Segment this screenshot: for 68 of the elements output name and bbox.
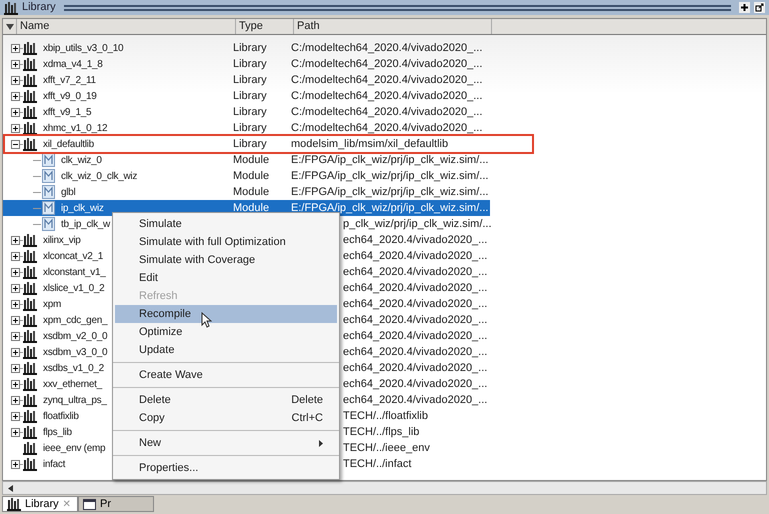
library-name: xpm_cdc_gen_ [43,314,108,328]
panel-title: Library [22,0,56,16]
library-name: xpm [43,298,61,312]
path-cell-text: ech64_2020.4/vivado2020_... [343,248,488,264]
library-name: xfft_v9_0_19 [43,90,96,104]
library-name: clk_wiz_0_clk_wiz [61,170,138,184]
path-cell-text: ech64_2020.4/vivado2020_... [343,296,488,312]
library-name: ip_clk_wiz [61,202,104,216]
library-name: xbip_utils_v3_0_10 [43,42,124,56]
path-cell-text: E:/FPGA/ip_clk_wiz/prj/ip_clk_wiz.sim/... [291,168,488,184]
library-name: glbl [61,186,76,200]
library-name: xhmc_v1_0_12 [43,122,108,136]
shortcut-label: Delete [291,392,323,408]
library-name: xilinx_vip [43,234,81,248]
type-cell-text: Module [233,168,270,184]
path-cell-text: TECH/../floatfixlib [343,408,428,424]
path-cell-text: TECH/../ieee_env [343,440,430,456]
path-cell-text: E:/FPGA/ip_clk_wiz/prj/ip_clk_wiz.sim/... [291,152,488,168]
path-cell-text: TECH/../infact [343,456,412,472]
library-name: xxv_ethernet_ [43,378,102,392]
path-cell-text: TECH/../flps_lib [343,424,420,440]
library-name: xlslice_v1_0_2 [43,282,104,296]
type-cell-text: Module [233,184,270,200]
type-cell-text: Library [233,88,268,104]
path-cell-text: modelsim_lib/msim/xil_defaultlib [291,136,448,152]
library-name: xlconstant_v1_ [43,266,106,280]
shortcut-label: Ctrl+C [292,410,323,426]
path-cell-text: ech64_2020.4/vivado2020_... [343,376,488,392]
path-cell-text: C:/modeltech64_2020.4/vivado2020_... [291,72,482,88]
path-cell-text: C:/modeltech64_2020.4/vivado2020_... [291,40,482,56]
type-cell-text: Library [233,120,268,136]
type-cell-text: Library [233,104,268,120]
library-name: xfft_v9_1_5 [43,106,92,120]
path-cell-text: C:/modeltech64_2020.4/vivado2020_... [291,104,482,120]
library-name: ieee_env (emp [43,442,106,456]
path-cell-text: ech64_2020.4/vivado2020_... [343,392,488,408]
path-cell-text: C:/modeltech64_2020.4/vivado2020_... [291,120,482,136]
path-cell-text: E:/FPGA/ip_clk_wiz/prj/ip_clk_wiz.sim/... [291,184,488,200]
type-cell-text: Module [233,152,270,168]
library-name: zynq_ultra_ps_ [43,394,107,408]
type-cell-text: Library [233,136,268,152]
path-cell-text: ech64_2020.4/vivado2020_... [343,328,488,344]
library-name: xsdbs_v1_0_2 [43,362,104,376]
library-name: xdma_v4_1_8 [43,58,103,72]
type-cell-text: Library [233,40,268,56]
path-cell-text: C:/modeltech64_2020.4/vivado2020_... [291,88,482,104]
path-cell-text: ech64_2020.4/vivado2020_... [343,312,488,328]
library-name: xlconcat_v2_1 [43,250,104,264]
path-cell-text: ech64_2020.4/vivado2020_... [343,280,488,296]
path-cell-text: ech64_2020.4/vivado2020_... [343,360,488,376]
type-cell-text: Library [233,56,268,72]
library-name: xsdbm_v2_0_0 [43,330,108,344]
path-cell-text: C:/modeltech64_2020.4/vivado2020_... [291,56,482,72]
path-cell-text: p_clk_wiz/prj/ip_clk_wiz.sim/... [343,216,492,232]
type-cell-text: Module [233,200,270,216]
library-name: xil_defaultlib [43,138,94,152]
library-name: xsdbm_v3_0_0 [43,346,108,360]
type-cell-text: Library [233,72,268,88]
path-cell-text: ech64_2020.4/vivado2020_... [343,344,488,360]
path-cell-text: ech64_2020.4/vivado2020_... [343,232,488,248]
library-name: floatfixlib [43,410,79,424]
library-name: infact [43,458,66,472]
library-name: tb_ip_clk_w [61,218,110,232]
path-cell-text: ech64_2020.4/vivado2020_... [343,264,488,280]
library-name: xfft_v7_2_11 [43,74,96,88]
path-cell-text: E:/FPGA/ip_clk_wiz/prj/ip_clk_wiz.sim/... [291,200,488,216]
library-name: flps_lib [43,426,72,440]
library-name: clk_wiz_0 [61,154,102,168]
